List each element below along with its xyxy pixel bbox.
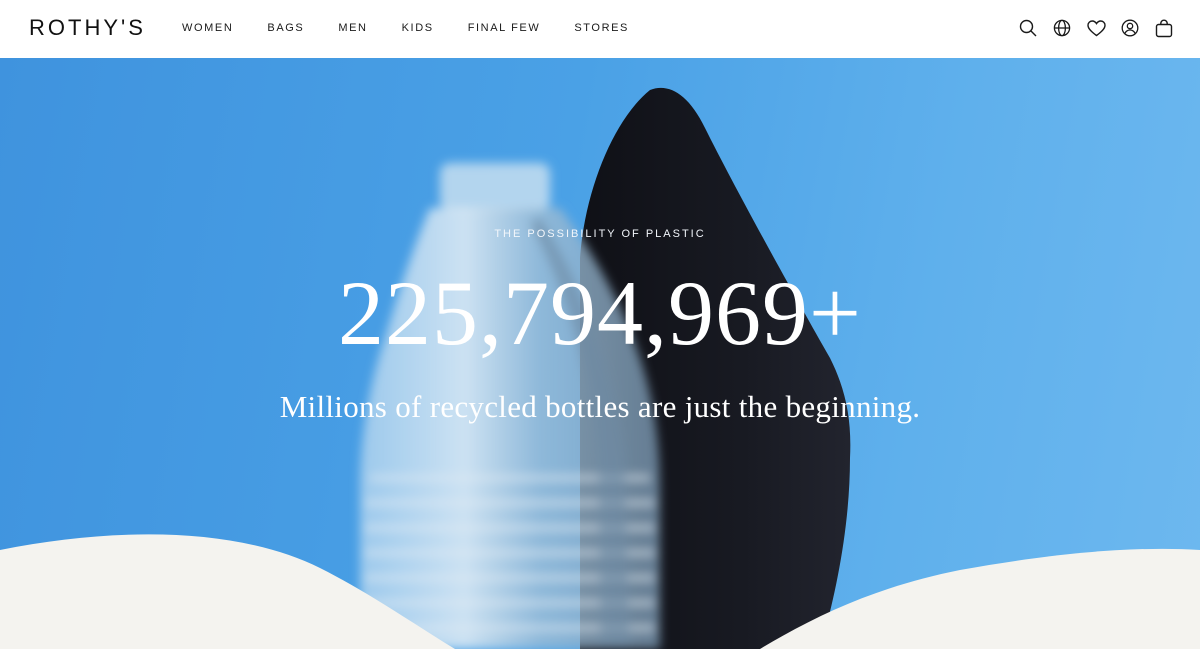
search-icon[interactable] [1018, 17, 1038, 39]
nav-item-women[interactable]: WOMEN [182, 21, 233, 35]
heart-icon[interactable] [1086, 17, 1106, 39]
nav-item-stores[interactable]: STORES [574, 21, 629, 35]
main-nav: WOMEN BAGS MEN KIDS FINAL FEW STORES [182, 21, 629, 35]
nav-item-kids[interactable]: KIDS [402, 21, 434, 35]
bag-icon[interactable] [1154, 17, 1174, 39]
header-icon-group [1018, 17, 1174, 39]
hero-eyebrow: THE POSSIBILITY OF PLASTIC [494, 228, 706, 240]
nav-item-men[interactable]: MEN [338, 21, 367, 35]
account-icon[interactable] [1120, 17, 1140, 39]
bottle-count: 225,794,969+ [338, 262, 862, 364]
brand-logo[interactable]: ROTHY'S [29, 15, 146, 41]
nav-item-final-few[interactable]: FINAL FEW [468, 21, 541, 35]
globe-icon[interactable] [1052, 17, 1072, 39]
site-header: ROTHY'S WOMEN BAGS MEN KIDS FINAL FEW ST… [0, 0, 1200, 58]
nav-item-bags[interactable]: BAGS [267, 21, 304, 35]
hero-tagline: Millions of recycled bottles are just th… [279, 389, 921, 424]
hero-banner: THE POSSIBILITY OF PLASTIC 225,794,969+ … [0, 58, 1200, 649]
